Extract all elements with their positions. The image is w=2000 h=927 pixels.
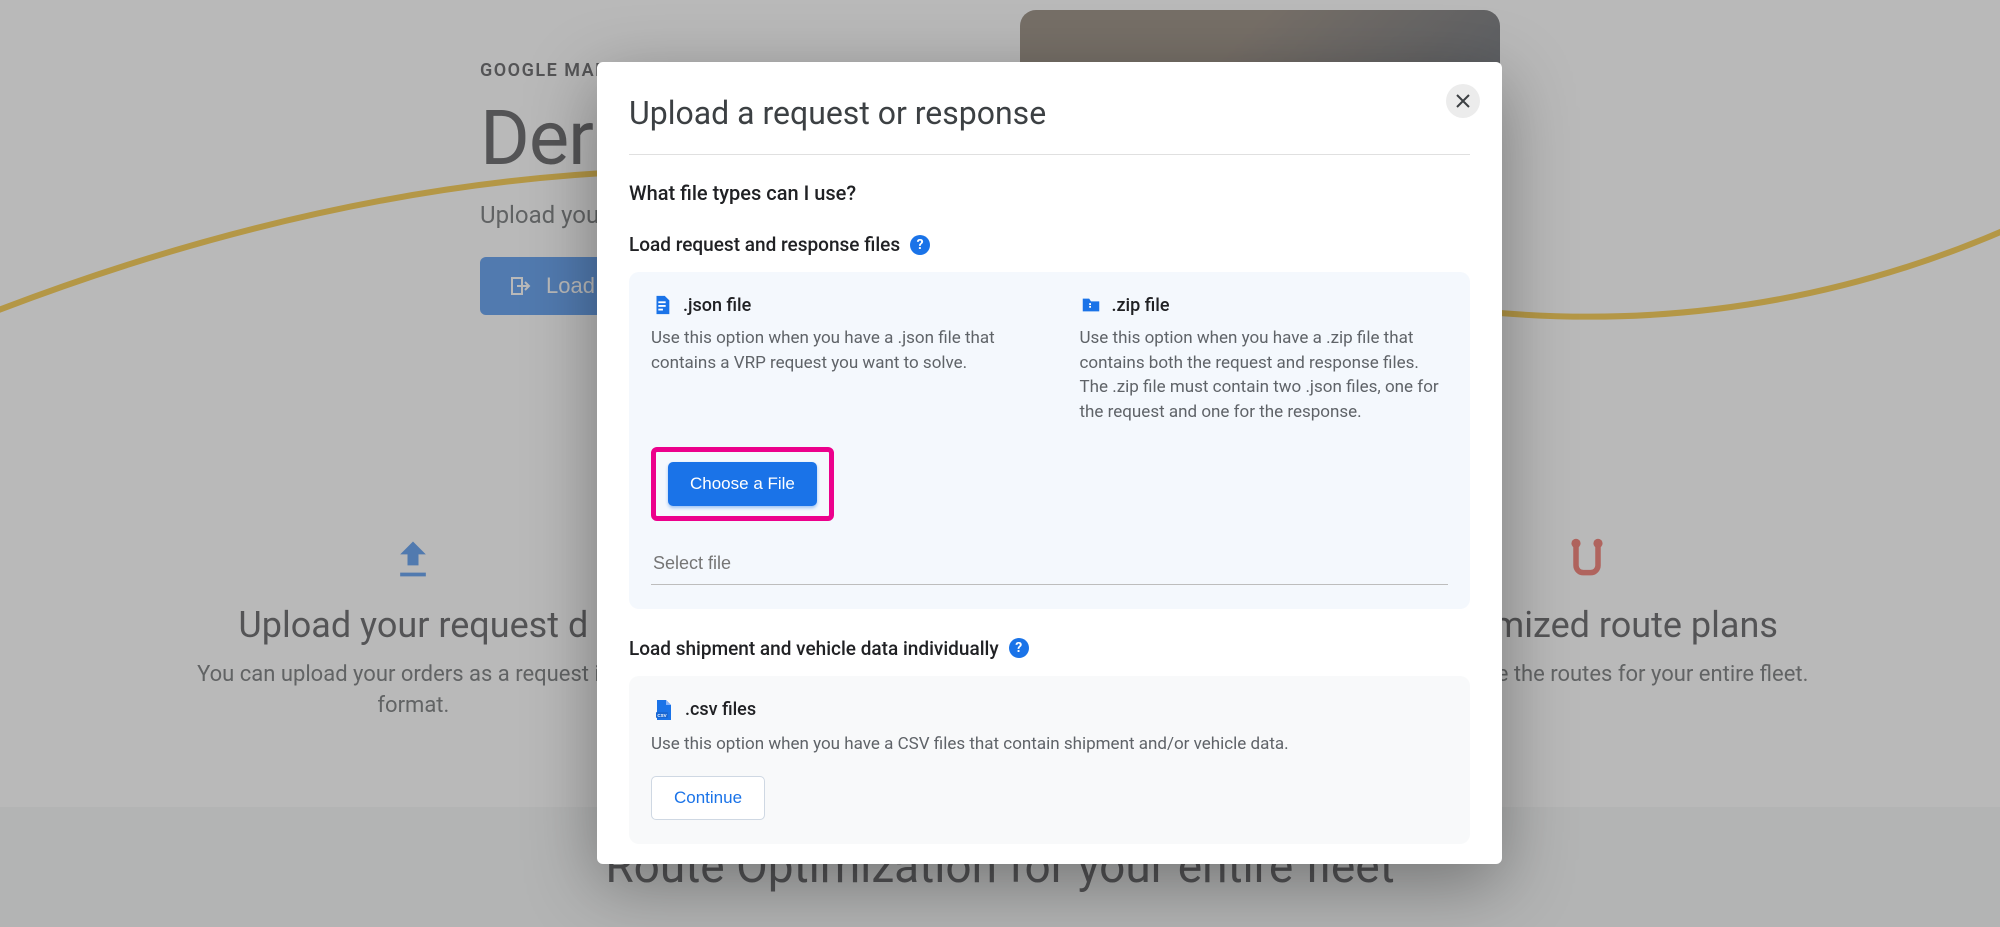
modal-title: Upload a request or response [629, 94, 1470, 155]
close-button[interactable] [1446, 84, 1480, 118]
file-csv-icon: CSV [651, 698, 675, 722]
file-zip-icon [1080, 294, 1102, 316]
help-icon[interactable]: ? [910, 235, 930, 255]
section-load-files-label: Load request and response files ? [629, 233, 1470, 256]
zip-option: .zip file Use this option when you have … [1080, 294, 1449, 425]
svg-text:CSV: CSV [657, 712, 666, 717]
upload-modal: Upload a request or response What file t… [597, 62, 1502, 864]
csv-desc: Use this option when you have a CSV file… [651, 732, 1448, 757]
close-icon [1455, 93, 1471, 109]
json-label: .json file [683, 295, 751, 316]
continue-button[interactable]: Continue [651, 776, 765, 820]
file-upload-card: .json file Use this option when you have… [629, 272, 1470, 609]
help-icon[interactable]: ? [1009, 638, 1029, 658]
json-option: .json file Use this option when you have… [651, 294, 1020, 425]
json-desc: Use this option when you have a .json fi… [651, 326, 1020, 375]
zip-desc: Use this option when you have a .zip fil… [1080, 326, 1449, 425]
file-json-icon [651, 294, 673, 316]
file-types-question: What file types can I use? [629, 181, 1470, 205]
csv-label: .csv files [685, 699, 756, 720]
highlight-annotation: Choose a File [651, 447, 834, 521]
select-file-input[interactable] [651, 543, 1448, 585]
choose-file-button[interactable]: Choose a File [668, 462, 817, 506]
section-load-individual-label: Load shipment and vehicle data individua… [629, 637, 1470, 660]
csv-card: CSV .csv files Use this option when you … [629, 676, 1470, 845]
zip-label: .zip file [1112, 295, 1170, 316]
